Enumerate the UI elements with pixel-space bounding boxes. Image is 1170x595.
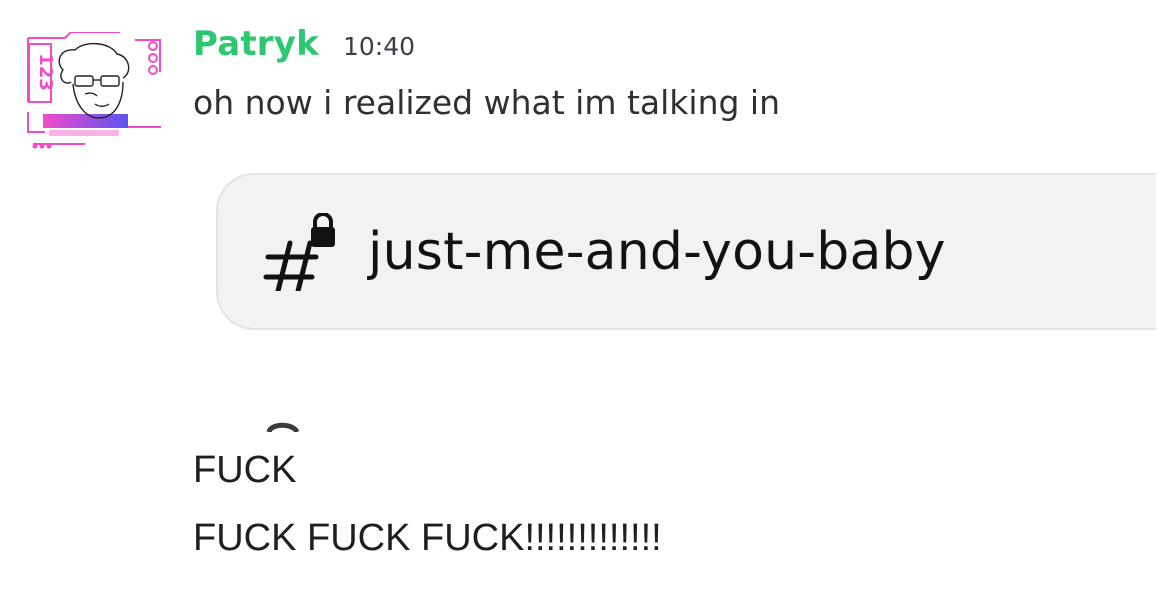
message-line: FUCK FUCK FUCK!!!!!!!!!!!!! [193, 517, 662, 559]
locked-text-channel-icon [262, 212, 342, 291]
cropped-icon-fragment [265, 420, 305, 432]
chat-message-view: 123 Patryk 10:40 oh now i realized what … [0, 0, 1170, 595]
svg-text:123: 123 [35, 53, 56, 91]
message-header: Patryk 10:40 [193, 24, 415, 64]
user-avatar[interactable]: 123 [25, 32, 163, 152]
username[interactable]: Patryk [193, 24, 319, 64]
avatar-icon: 123 [27, 32, 161, 149]
timestamp[interactable]: 10:40 [343, 32, 415, 61]
message-line: FUCK [193, 449, 297, 491]
message-text: oh now i realized what im talking in [193, 83, 781, 122]
channel-mention-embed[interactable]: just-me-and-you-baby [216, 173, 1156, 330]
channel-name: just-me-and-you-baby [368, 221, 946, 282]
